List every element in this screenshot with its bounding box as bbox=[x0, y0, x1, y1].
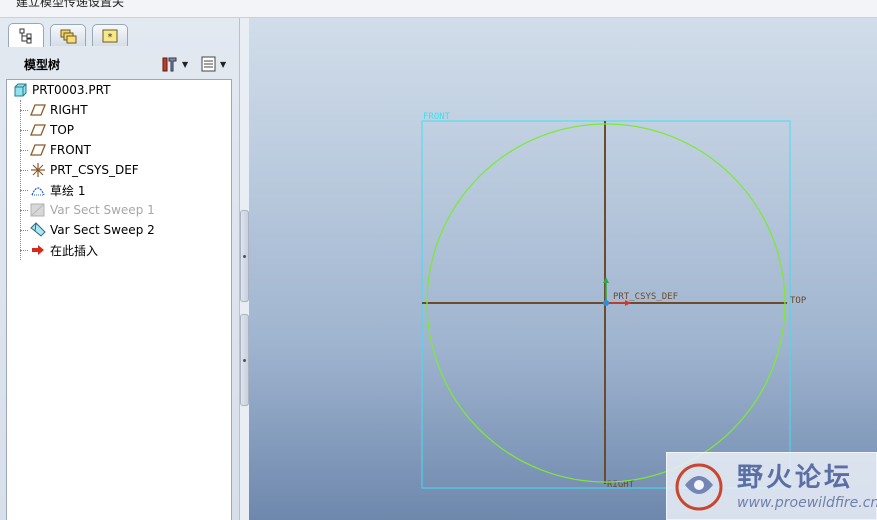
tree-branch bbox=[20, 150, 28, 151]
tree-item-sketch[interactable]: 草绘 1 bbox=[29, 180, 85, 200]
watermark-url: www.proewildfire.cn bbox=[737, 495, 877, 511]
sweep-icon bbox=[29, 202, 47, 218]
tree-branch bbox=[20, 190, 28, 191]
forum-logo-icon bbox=[675, 463, 723, 511]
svg-text:*: * bbox=[108, 32, 113, 43]
forum-watermark: 野火论坛 www.proewildfire.cn bbox=[666, 452, 877, 520]
cut-off-title-text: 建立模型传递设置关 bbox=[16, 0, 125, 9]
panel-splitter-handle[interactable] bbox=[240, 210, 249, 302]
tree-item-label: 草绘 1 bbox=[50, 183, 86, 198]
tree-item-label: PRT0003.PRT bbox=[32, 83, 111, 97]
tree-settings-button[interactable]: ▼ bbox=[160, 54, 188, 74]
part-icon bbox=[11, 82, 29, 98]
grip-dot bbox=[243, 255, 246, 258]
navigator-tabs: * bbox=[4, 22, 236, 48]
tree-item-right[interactable]: RIGHT bbox=[29, 100, 88, 120]
model-tree-header: 模型树 ▼ ▼ bbox=[6, 50, 232, 76]
tree-item-top[interactable]: TOP bbox=[29, 120, 74, 140]
tab-favorites[interactable]: * bbox=[92, 24, 128, 46]
tree-item-label: TOP bbox=[50, 123, 75, 137]
tree-item-label: Var Sect Sweep 2 bbox=[50, 223, 155, 237]
panel-splitter-handle[interactable] bbox=[240, 314, 249, 406]
sweep-icon bbox=[29, 222, 47, 238]
favorites-icon: * bbox=[102, 29, 118, 43]
datum-plane-icon bbox=[29, 102, 47, 118]
model-tree-title: 模型树 bbox=[24, 58, 61, 72]
navigator-panel: * 模型树 ▼ ▼ PRT0003.PRT RIGHT TOP FRONT PR… bbox=[0, 18, 240, 520]
chevron-down-icon: ▼ bbox=[182, 59, 189, 69]
tab-model-tree[interactable] bbox=[8, 23, 44, 47]
datum-plane-icon bbox=[29, 122, 47, 138]
tree-item-var-sect-sweep-1[interactable]: Var Sect Sweep 1 bbox=[29, 200, 155, 220]
tree-item-label: 在此插入 bbox=[50, 243, 99, 258]
tree-branch bbox=[20, 210, 28, 211]
tree-settings-icon bbox=[162, 57, 177, 72]
tree-branch bbox=[20, 250, 28, 251]
insert-here-arrow-icon bbox=[29, 242, 47, 258]
sketch-icon bbox=[29, 182, 47, 198]
model-tree-icon bbox=[19, 28, 32, 43]
watermark-title: 野火论坛 bbox=[737, 463, 854, 493]
top-datum-label: TOP bbox=[790, 296, 807, 306]
model-tree: PRT0003.PRT RIGHT TOP FRONT PRT_CSYS_DEF… bbox=[6, 79, 232, 520]
tree-branch bbox=[20, 170, 28, 171]
tab-folder-browser[interactable] bbox=[50, 24, 86, 46]
tree-item-var-sect-sweep-2[interactable]: Var Sect Sweep 2 bbox=[29, 220, 155, 240]
csys-label: PRT_CSYS_DEF bbox=[613, 292, 678, 302]
tree-item-label: PRT_CSYS_DEF bbox=[50, 163, 139, 177]
tree-item-csys[interactable]: PRT_CSYS_DEF bbox=[29, 160, 139, 180]
csys-y-arrow bbox=[603, 277, 609, 283]
layers-icon bbox=[60, 29, 77, 43]
chevron-down-icon: ▼ bbox=[220, 59, 227, 69]
tree-item-insert-here[interactable]: 在此插入 bbox=[29, 240, 98, 260]
tree-guide-line bbox=[20, 100, 21, 260]
tree-branch bbox=[20, 110, 28, 111]
model-viewport: FRONT TOP RIGHT PRT_CSYS_DEF bbox=[421, 112, 807, 490]
menu-strip: 建立模型传递设置关 bbox=[0, 0, 877, 18]
grip-dot bbox=[243, 359, 246, 362]
tree-item-label: RIGHT bbox=[50, 103, 88, 117]
tree-item-label: Var Sect Sweep 1 bbox=[50, 203, 155, 217]
tree-branch bbox=[20, 230, 28, 231]
csys-icon bbox=[29, 162, 47, 178]
front-datum-label: FRONT bbox=[423, 112, 451, 122]
tree-show-icon bbox=[201, 56, 216, 72]
csys-origin bbox=[603, 300, 609, 306]
tree-root-item[interactable]: PRT0003.PRT bbox=[11, 80, 110, 100]
tree-item-front[interactable]: FRONT bbox=[29, 140, 91, 160]
tree-show-button[interactable]: ▼ bbox=[200, 54, 226, 74]
graphics-window[interactable]: FRONT TOP RIGHT PRT_CSYS_DEF bbox=[249, 18, 877, 520]
tree-branch bbox=[20, 130, 28, 131]
tree-item-label: FRONT bbox=[50, 143, 91, 157]
datum-plane-icon bbox=[29, 142, 47, 158]
